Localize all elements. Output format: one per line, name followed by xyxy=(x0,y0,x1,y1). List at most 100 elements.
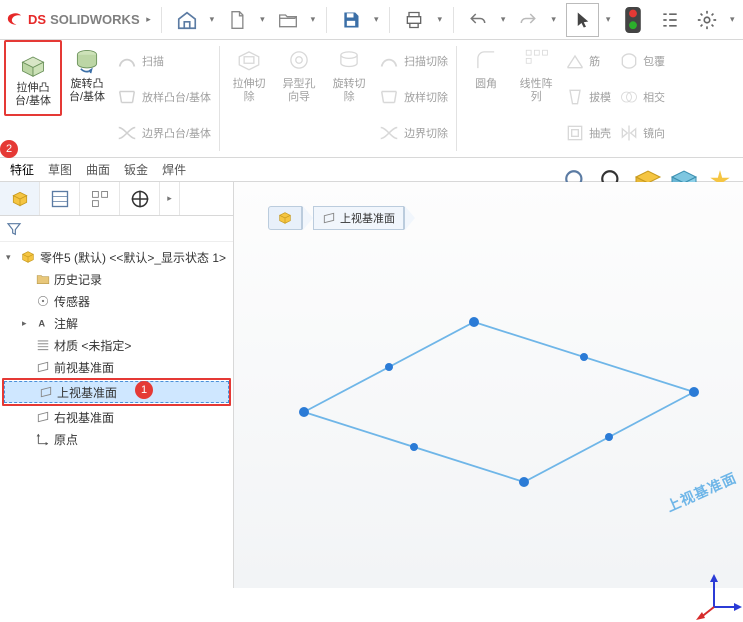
save-dd[interactable]: ▾ xyxy=(371,14,381,25)
part-icon xyxy=(277,210,293,226)
rib-button[interactable]: 筋 xyxy=(563,44,613,78)
tree-root[interactable]: ▾ 零件5 (默认) <<默认>_显示状态 1> xyxy=(2,246,231,268)
stoplight-icon xyxy=(624,7,642,33)
tree-origin[interactable]: 原点 xyxy=(2,428,231,450)
intersect-icon xyxy=(619,87,639,107)
crumb-plane[interactable]: 上视基准面 xyxy=(313,206,404,230)
revolve-boss-icon xyxy=(72,46,102,74)
sweep-cut-button[interactable]: 扫描切除 xyxy=(376,44,450,78)
gear-icon xyxy=(696,9,718,31)
intersect-button[interactable]: 相交 xyxy=(617,80,667,114)
wrap-button[interactable]: 包覆 xyxy=(617,44,667,78)
crumb-part[interactable] xyxy=(268,206,302,230)
mirror-button[interactable]: 镜向 xyxy=(617,116,667,150)
sweep-cut-icon xyxy=(378,50,400,72)
dimxpert-tab[interactable] xyxy=(120,182,160,215)
undo-dd[interactable]: ▾ xyxy=(498,14,508,25)
revolve-boss-button[interactable]: 旋转凸 台/基体 xyxy=(62,40,112,157)
property-manager-tab[interactable] xyxy=(40,182,80,215)
part-icon xyxy=(20,249,36,265)
tree-sensors[interactable]: 传感器 xyxy=(2,290,231,312)
extrude-cut-icon xyxy=(235,47,263,73)
list-icon xyxy=(660,10,680,30)
tree-annotations[interactable]: ▸ A 注解 xyxy=(2,312,231,334)
rib-icon xyxy=(565,51,585,71)
open-dd[interactable]: ▾ xyxy=(308,14,318,25)
draft-button[interactable]: 拔模 xyxy=(563,80,613,114)
boundary-boss-button[interactable]: 边界凸台/基体 xyxy=(114,116,213,150)
tab-sheetmetal[interactable]: 钣金 xyxy=(124,161,148,178)
tree-history[interactable]: 历史记录 xyxy=(2,268,231,290)
svg-text:A: A xyxy=(38,319,45,329)
sensor-icon xyxy=(36,294,50,308)
loft-cut-icon xyxy=(378,86,400,108)
extrude-boss-highlight: 拉伸凸 台/基体 xyxy=(4,40,62,116)
linear-pattern-icon xyxy=(523,47,549,73)
print-button[interactable] xyxy=(398,3,431,37)
home-icon xyxy=(176,9,198,31)
loft-icon xyxy=(116,86,138,108)
home-dd[interactable]: ▾ xyxy=(207,14,217,25)
open-folder-icon xyxy=(277,10,299,30)
tree-front-plane[interactable]: 前视基准面 xyxy=(2,356,231,378)
plane-icon xyxy=(322,211,336,225)
linear-pattern-button[interactable]: 线性阵 列 xyxy=(511,40,561,157)
feature-manager-panel: ▸ ▾ 零件5 (默认) <<默认>_显示状态 1> 历史记录 传感器 ▸ xyxy=(0,182,234,588)
shell-icon xyxy=(565,123,585,143)
list-button[interactable] xyxy=(654,3,687,37)
extrude-cut-button[interactable]: 拉伸切 除 xyxy=(224,40,274,157)
tree-top-plane[interactable]: 上视基准面 xyxy=(4,381,229,403)
new-button[interactable] xyxy=(221,3,254,37)
ribbon: 拉伸凸 台/基体 2 旋转凸 台/基体 扫描 放样凸台/基体 边界凸台/基体 拉… xyxy=(0,40,743,158)
stoplight-button[interactable] xyxy=(617,3,650,37)
boundary-cut-button[interactable]: 边界切除 xyxy=(376,116,450,150)
feature-tree-tab[interactable] xyxy=(0,182,40,215)
config-manager-tab[interactable] xyxy=(80,182,120,215)
cursor-icon xyxy=(574,9,592,31)
annotation-icon: A xyxy=(36,316,50,330)
new-dd[interactable]: ▾ xyxy=(258,14,268,25)
hole-wizard-button[interactable]: 异型孔 向导 xyxy=(274,40,324,157)
tree-filter[interactable] xyxy=(0,216,233,242)
loft-cut-button[interactable]: 放样切除 xyxy=(376,80,450,114)
tab-surface[interactable]: 曲面 xyxy=(86,161,110,178)
settings-dd[interactable]: ▾ xyxy=(727,14,737,25)
settings-button[interactable] xyxy=(691,3,724,37)
revolve-cut-button[interactable]: 旋转切 除 xyxy=(324,40,374,157)
graphics-area[interactable]: 上视基准面 xyxy=(234,182,743,588)
fillet-button[interactable]: 圆角 xyxy=(461,40,511,157)
undo-button[interactable] xyxy=(462,3,495,37)
manager-tabs: ▸ xyxy=(0,182,233,216)
tab-features[interactable]: 特征 xyxy=(10,161,34,178)
config-icon xyxy=(90,189,110,209)
tab-sketch[interactable]: 草图 xyxy=(48,161,72,178)
tree-right-plane[interactable]: 右视基准面 xyxy=(2,406,231,428)
home-button[interactable] xyxy=(170,3,203,37)
select-dd[interactable]: ▾ xyxy=(603,14,613,25)
folder-icon xyxy=(36,272,50,286)
top-plane-sketch xyxy=(254,242,734,582)
undo-icon xyxy=(468,11,488,29)
titlebar: DS SOLIDWORKS ▸ ▾ ▾ ▾ ▾ ▾ ▾ ▾ ▾ ▾ xyxy=(0,0,743,40)
plane-icon xyxy=(39,385,53,399)
open-button[interactable] xyxy=(271,3,304,37)
loft-boss-button[interactable]: 放样凸台/基体 xyxy=(114,80,213,114)
material-icon xyxy=(36,338,50,352)
tab-weldment[interactable]: 焊件 xyxy=(162,161,186,178)
sweep-button[interactable]: 扫描 xyxy=(114,44,213,78)
badge-1: 1 xyxy=(135,381,153,399)
redo-dd[interactable]: ▾ xyxy=(549,14,559,25)
fillet-icon xyxy=(473,47,499,73)
brand: DS SOLIDWORKS xyxy=(6,11,140,29)
boundary-cut-icon xyxy=(378,122,400,144)
redo-button[interactable] xyxy=(512,3,545,37)
extrude-boss-button[interactable]: 拉伸凸 台/基体 xyxy=(8,44,58,112)
print-dd[interactable]: ▾ xyxy=(435,14,445,25)
save-button[interactable] xyxy=(335,3,368,37)
select-tool[interactable] xyxy=(566,3,599,37)
manager-more-tab[interactable]: ▸ xyxy=(160,182,180,215)
shell-button[interactable]: 抽壳 xyxy=(563,116,613,150)
tree-material[interactable]: 材质 <未指定> xyxy=(2,334,231,356)
brand-dropdown-icon[interactable]: ▸ xyxy=(144,14,154,25)
property-icon xyxy=(50,189,70,209)
